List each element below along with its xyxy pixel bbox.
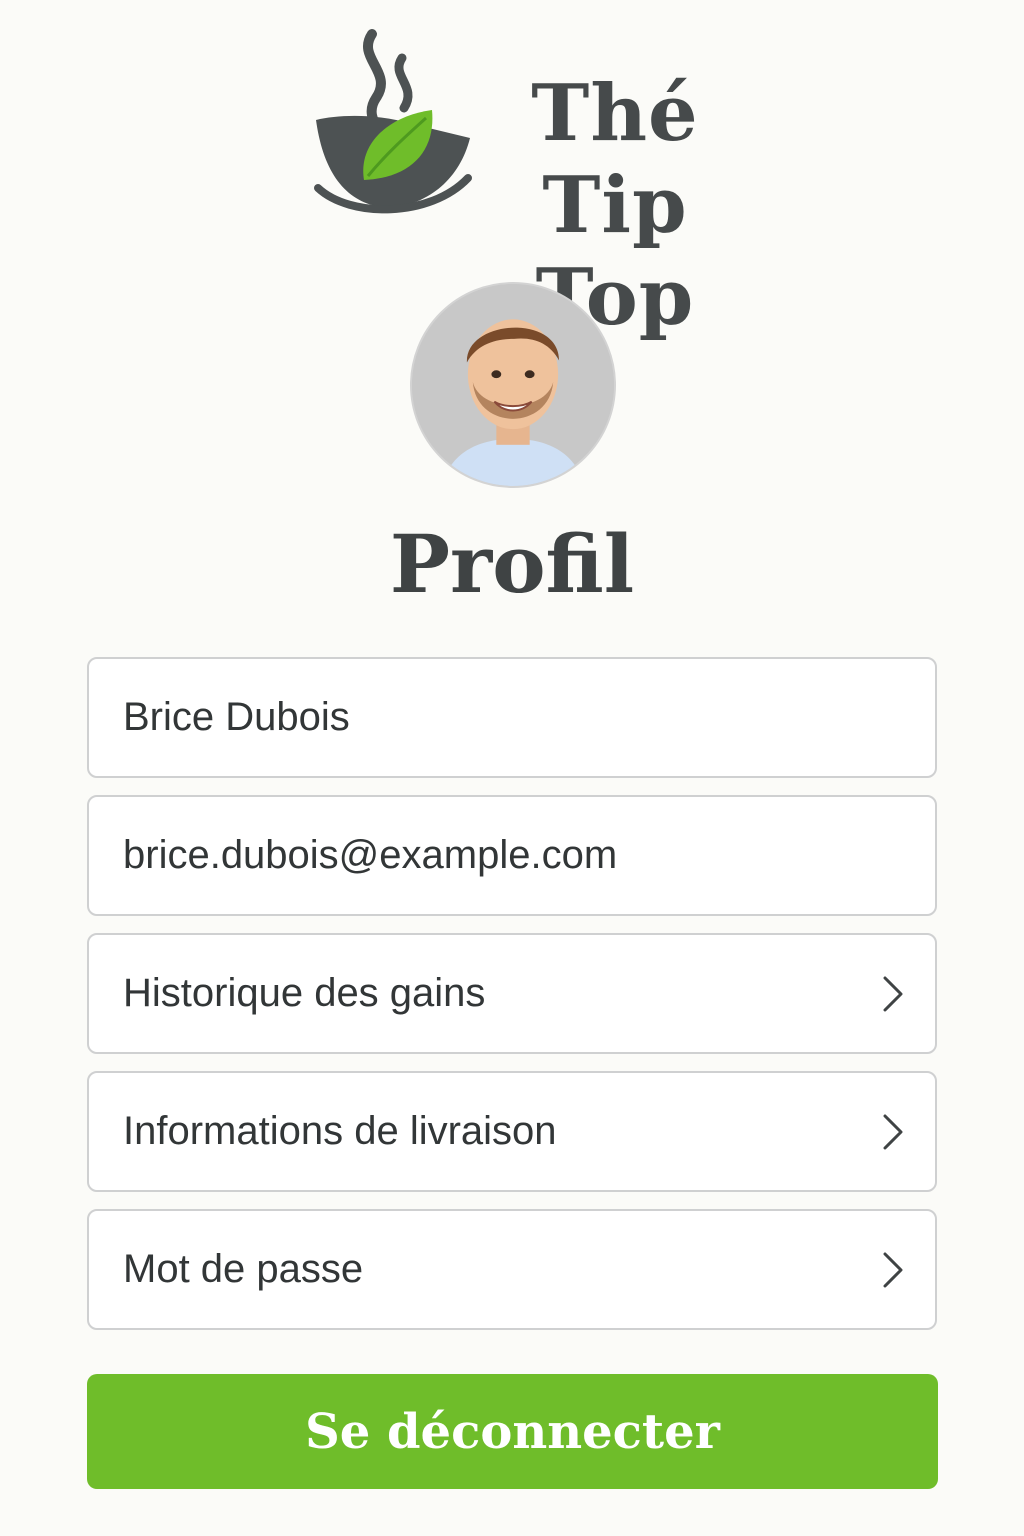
chevron-right-icon <box>883 1252 903 1287</box>
user-photo-icon <box>412 284 614 486</box>
menu-item-password-label: Mot de passe <box>123 1247 364 1291</box>
logout-button[interactable]: Se déconnecter <box>87 1374 938 1489</box>
chevron-right-icon <box>883 1114 903 1149</box>
menu-item-delivery[interactable]: Informations de livraison <box>87 1071 937 1192</box>
menu-item-history-label: Historique des gains <box>123 971 486 1015</box>
menu-item-history[interactable]: Historique des gains <box>87 933 937 1054</box>
menu-item-delivery-label: Informations de livraison <box>123 1109 557 1153</box>
brand-logo: Thé Tip Top <box>310 28 780 343</box>
page-title: Profil <box>389 517 635 611</box>
chevron-right-icon <box>883 976 903 1011</box>
brand-name-line1: Thé Tip <box>531 68 699 251</box>
email-field[interactable]: brice.dubois@example.com <box>87 795 937 916</box>
name-value: Brice Dubois <box>123 695 350 739</box>
email-value: brice.dubois@example.com <box>123 833 618 877</box>
name-field[interactable]: Brice Dubois <box>87 657 937 778</box>
avatar[interactable] <box>410 282 616 488</box>
menu-item-password[interactable]: Mot de passe <box>87 1209 937 1330</box>
